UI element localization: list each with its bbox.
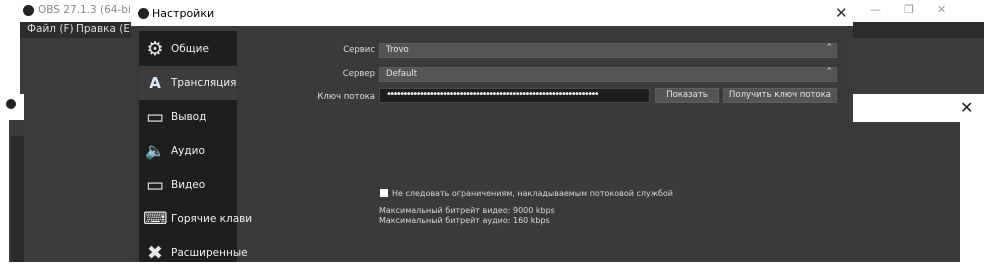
minimize-button[interactable]: — — [870, 3, 881, 16]
background-close-button[interactable]: ✕ — [960, 98, 973, 117]
sidebar-item-label: Расширенные — [171, 247, 248, 259]
sidebar-item-video[interactable]: ▭ Видео — [139, 168, 237, 202]
sidebar-item-stream[interactable]: A Трансляция — [139, 66, 237, 100]
obs-logo-icon — [6, 99, 16, 109]
chevron-updown-icon: ⌃ — [825, 43, 833, 53]
main-close-button[interactable]: ✕ — [937, 3, 946, 16]
background-window-right: ✕ — [852, 94, 984, 262]
service-select[interactable]: Trovo ⌃ — [379, 43, 837, 58]
max-audio-bitrate: Максимальный битрейт аудио: 160 kbps — [379, 216, 550, 225]
sidebar-item-general[interactable]: ⚙ Общие — [139, 32, 237, 66]
server-value: Default — [386, 69, 418, 79]
output-icon: ▭ — [146, 106, 164, 128]
server-select[interactable]: Default ⌃ — [379, 67, 837, 82]
obs-logo-icon — [138, 8, 149, 19]
settings-sidebar: ⚙ Общие A Трансляция ▭ Вывод 🔈 Аудио ▭ В… — [139, 31, 252, 264]
sidebar-item-output[interactable]: ▭ Вывод — [139, 100, 237, 134]
sidebar-item-label: Трансляция — [171, 77, 237, 89]
gear-icon: ⚙ — [146, 38, 164, 60]
background-window-sidebar — [11, 136, 24, 262]
stream-key-field[interactable]: ••••••••••••••••••••••••••••••••••••••••… — [379, 88, 650, 103]
background-window-content — [852, 122, 960, 262]
maximize-button[interactable]: ❐ — [904, 3, 914, 16]
sidebar-item-label: Видео — [171, 179, 206, 191]
stream-key-value: ••••••••••••••••••••••••••••••••••••••••… — [386, 89, 600, 100]
menu-edit[interactable]: Правка (E) — [76, 23, 134, 35]
service-value: Trovo — [386, 45, 409, 55]
show-key-button[interactable]: Показать — [655, 88, 719, 103]
max-video-bitrate: Максимальный битрейт видео: 9000 kbps — [379, 206, 555, 215]
server-label: Сервер — [342, 69, 375, 79]
tools-icon: ✖ — [147, 242, 163, 264]
dialog-close-button[interactable]: ✕ — [835, 4, 848, 22]
speaker-icon: 🔈 — [145, 141, 165, 160]
sidebar-item-hotkeys[interactable]: ⌨ Горячие клави — [139, 202, 252, 236]
sidebar-item-label: Вывод — [171, 111, 207, 123]
stream-key-label: Ключ потока — [317, 92, 375, 102]
service-label: Сервис — [343, 45, 375, 55]
sidebar-item-label: Горячие клави — [171, 213, 253, 225]
menu-file[interactable]: Файл (F) — [27, 23, 74, 35]
settings-dialog: Настройки ✕ ⚙ Общие A Трансляция ▭ Вывод… — [131, 0, 853, 264]
sidebar-item-audio[interactable]: 🔈 Аудио — [139, 134, 237, 168]
monitor-icon: ▭ — [146, 174, 164, 196]
sidebar-item-label: Аудио — [171, 145, 205, 157]
sidebar-item-advanced[interactable]: ✖ Расширенные — [139, 236, 248, 270]
ignore-limits-checkbox[interactable] — [380, 189, 388, 197]
sidebar-item-label: Общие — [171, 43, 209, 55]
chevron-updown-icon: ⌃ — [825, 67, 833, 77]
broadcast-icon: A — [149, 74, 161, 92]
dialog-title-bar: Настройки ✕ — [131, 0, 853, 26]
dialog-title: Настройки — [152, 7, 215, 20]
obs-logo-icon — [23, 5, 34, 16]
get-stream-key-button[interactable]: Получить ключ потока — [723, 88, 837, 103]
keyboard-icon: ⌨ — [143, 209, 168, 229]
ignore-limits-label: Не следовать ограничениям, накладываемым… — [392, 189, 673, 198]
